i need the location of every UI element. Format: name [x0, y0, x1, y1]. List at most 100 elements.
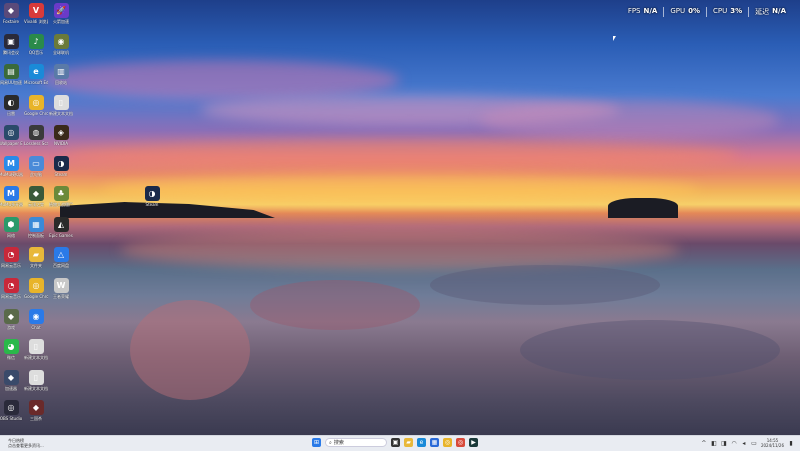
desktop-icon[interactable]: ◈ NVIDIA	[49, 125, 73, 146]
desktop-icon-label: 三国杀	[30, 416, 42, 421]
desktop-icon-label: 回收站	[55, 80, 67, 85]
chrome-icon[interactable]: ◎	[443, 438, 452, 447]
battery-icon[interactable]: ▭	[751, 440, 757, 447]
app-icon: ◕	[3, 339, 19, 354]
desktop-icon-label: 文件夹	[30, 263, 42, 268]
volume-icon[interactable]: ◂	[741, 440, 747, 447]
app-icon: ▦	[28, 217, 44, 232]
desktop-icon[interactable]: △ 百度网盘	[49, 247, 73, 268]
app-icon: ◔	[3, 247, 19, 262]
app-icon: ▯	[53, 95, 69, 110]
desktop-icon[interactable]: ◔ 网易云音乐	[0, 278, 23, 299]
desktop-icon[interactable]: ◎Google Chrome	[24, 95, 48, 116]
desktop-icon[interactable]: M MuMu多开器	[0, 186, 23, 207]
desktop-icon-label: 此电脑	[30, 172, 42, 177]
desktop-icon-label: 百度网盘	[53, 263, 69, 268]
taskbar: 今日热榜 点击查看更多资讯... ⊞ ⌕ 搜索 ▣ ▰ e ▦ ◎ ◎ ▶ ^ …	[0, 435, 800, 451]
tray-app-icon[interactable]: ◧	[711, 440, 717, 447]
desktop-icon[interactable]: ♪ QQ音乐	[24, 34, 48, 55]
desktop-icon[interactable]: ◑ Steam	[49, 156, 73, 177]
hud-gpu-value: 0%	[688, 7, 701, 15]
app-icon: ◎	[28, 95, 44, 110]
desktop-icon[interactable]: ◎ OBS Studio	[0, 400, 23, 421]
desktop-icon[interactable]: ⬢ 网络	[0, 217, 23, 238]
desktop-icon[interactable]: ◍Lossless Scaling	[24, 125, 48, 146]
hud-latency-value: N/A	[772, 7, 786, 15]
desktop-icon[interactable]: ◎Wallpaper Engine	[0, 125, 23, 146]
edge-icon[interactable]: e	[417, 438, 426, 447]
desktop-icon-label: OBS Studio	[0, 416, 23, 421]
desktop-icon[interactable]: ◭ Epic Games	[49, 217, 73, 238]
desktop-icon[interactable]: ♣ 植物大战僵尸	[49, 186, 73, 207]
mouse-cursor	[613, 36, 616, 41]
chrome-icon[interactable]: ◎	[456, 438, 465, 447]
app-icon: M	[3, 186, 19, 201]
desktop-icon-label: Microsoft Edge	[24, 80, 48, 85]
desktop-icon[interactable]: ▣ 腾讯会议	[0, 34, 23, 55]
desktop-icon[interactable]: ◔ 网易云音乐	[0, 247, 23, 268]
desktop-icon[interactable]: ◆ 加速器	[0, 370, 23, 391]
taskbar-search-input[interactable]: ⌕ 搜索	[325, 438, 387, 447]
desktop-icon[interactable]: ▭ 此电脑	[24, 156, 48, 177]
app-icon: ◑	[144, 186, 160, 201]
desktop-icon[interactable]: ◆ 云顶之弈	[24, 186, 48, 207]
app-icon: ◆	[3, 370, 19, 385]
desktop-icon[interactable]: ◕ 微信	[0, 339, 23, 360]
desktop-icon-label: Vivaldi 浏览器	[24, 19, 48, 24]
terminal-icon[interactable]: ▶	[469, 438, 478, 447]
desktop-icon-label: 网易云音乐	[1, 294, 21, 299]
desktop-icon[interactable]: V Vivaldi 浏览器	[24, 3, 48, 24]
desktop-icon[interactable]: eMicrosoft Edge	[24, 64, 48, 85]
hud-latency-label: 延迟	[755, 8, 770, 16]
desktop-icon[interactable]: ▥ 回收站	[49, 64, 73, 85]
desktop-icon[interactable]: W 王者荣耀	[49, 278, 73, 299]
hud-fps-value: N/A	[643, 7, 658, 15]
app-icon: ▯	[28, 339, 44, 354]
desktop-icon[interactable]: ▰ 文件夹	[24, 247, 48, 268]
hud-fps-label: FPS	[627, 7, 641, 15]
hud-cpu: CPU 3%	[706, 7, 748, 17]
start-button-icon[interactable]: ⊞	[312, 438, 321, 447]
file-explorer-icon[interactable]: ▰	[404, 438, 413, 447]
wifi-icon[interactable]: ◠	[731, 440, 737, 447]
task-view-icon[interactable]: ▣	[391, 438, 400, 447]
desktop-icon-label: Chat	[31, 325, 41, 330]
app-icon: ◍	[28, 125, 44, 140]
desktop-icon-label: Epic Games	[49, 233, 73, 238]
desktop-icon[interactable]: ◑ Steam	[140, 186, 164, 207]
wallpaper-cloud	[480, 100, 780, 140]
taskbar-news-widget[interactable]: 今日热榜 点击查看更多资讯...	[8, 438, 44, 448]
app-icon: ◆	[3, 3, 19, 18]
hud-cpu-label: CPU	[713, 7, 728, 15]
desktop-icon[interactable]: ◉ Chat	[24, 309, 48, 330]
desktop-icon[interactable]: ◐ 迅雷	[0, 95, 23, 116]
desktop-icon[interactable]: 🚀 火箭加速	[49, 3, 73, 24]
desktop-icon[interactable]: ▤ 网易UU加速	[0, 64, 23, 85]
store-icon[interactable]: ▦	[430, 438, 439, 447]
chevron-up-icon[interactable]: ^	[701, 440, 707, 447]
app-icon: e	[28, 64, 44, 79]
desktop-icon[interactable]: ▯ 新建文本文档	[24, 339, 48, 360]
desktop-icon[interactable]: ◉ 全球联机	[49, 34, 73, 55]
desktop-icon-label: 云顶之弈	[28, 202, 44, 207]
wallpaper-cloud	[100, 175, 700, 205]
desktop-icon-label: 新建文本文档	[49, 111, 73, 116]
desktop-icon[interactable]: M MuMu模拟器	[0, 156, 23, 177]
desktop-icon[interactable]: ◆ 游戏	[0, 309, 23, 330]
desktop-icon[interactable]: ◎Google Chrome	[24, 278, 48, 299]
notification-icon[interactable]: ▮	[788, 440, 794, 447]
desktop-icon-area: ◆ Foxtaire V Vivaldi 浏览器 🚀 火箭加速 ▣ 腾讯会议 ♪ QQ音乐 ◉ 全球联…	[0, 0, 160, 435]
desktop-icon[interactable]: ▦ 控制面板	[24, 217, 48, 238]
taskbar-clock[interactable]: 14:55 2024/11/26	[761, 438, 784, 448]
app-icon: ▭	[28, 156, 44, 171]
desktop-icon-label: Google Chrome	[24, 294, 48, 299]
tray-app-icon[interactable]: ◨	[721, 440, 727, 447]
desktop-icon[interactable]: ▯ 新建文本文档	[49, 95, 73, 116]
hud-gpu: GPU 0%	[663, 7, 706, 17]
desktop-icon[interactable]: ◆ 三国杀	[24, 400, 48, 421]
desktop-icon-label: 火箭加速	[53, 19, 69, 24]
desktop-icon[interactable]: ▯ 新建文本文档	[24, 370, 48, 391]
desktop-icon[interactable]: ◆ Foxtaire	[0, 3, 23, 24]
app-icon: ◈	[53, 125, 69, 140]
app-icon: ◆	[28, 400, 44, 415]
